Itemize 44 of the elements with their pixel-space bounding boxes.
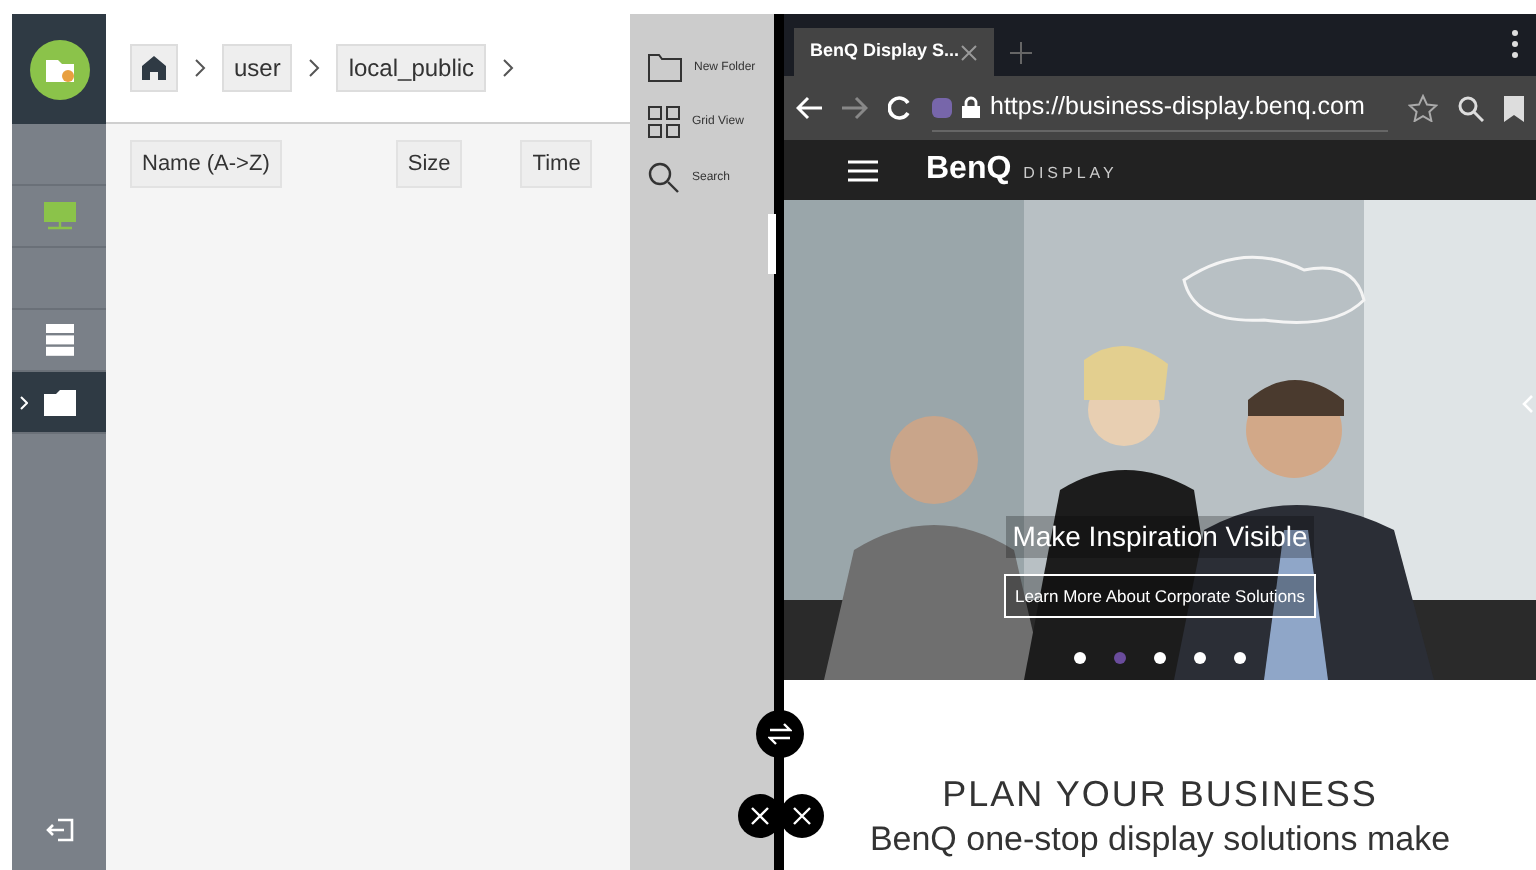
chevron-right-icon (308, 58, 321, 78)
bookmark-icon[interactable] (1504, 95, 1524, 121)
close-button[interactable] (780, 794, 824, 838)
chevron-right-icon (20, 395, 28, 409)
lock-icon (962, 96, 980, 118)
tab-title: BenQ Display S... (810, 38, 960, 65)
folder-icon (648, 54, 682, 82)
site-logo-subtitle: DISPLAY (1023, 162, 1118, 186)
more-icon[interactable] (1512, 30, 1518, 58)
section-heading: PLAN YOUR BUSINESS (942, 772, 1378, 817)
close-icon (750, 806, 770, 826)
sort-button[interactable]: Time (520, 140, 593, 188)
sort-button[interactable]: Size (395, 140, 463, 188)
grid-icon (648, 106, 680, 138)
chevron-right-icon (194, 58, 206, 78)
browser-tab[interactable]: BenQ Display S... (794, 28, 994, 76)
sort-button[interactable]: Name (A->Z) (130, 140, 282, 188)
section-text: BenQ one-stop display solutions make (869, 817, 1451, 860)
reload-icon[interactable] (888, 96, 912, 120)
swap-button[interactable] (756, 710, 804, 758)
back-icon[interactable] (796, 96, 822, 120)
search-icon[interactable] (1458, 95, 1484, 121)
folder-icon (43, 389, 75, 415)
learn-more-button[interactable]: Learn More About Corporate Solutions (1004, 574, 1316, 618)
star-icon[interactable] (1408, 94, 1438, 122)
close-icon (792, 806, 812, 826)
server-icon (45, 324, 73, 356)
breadcrumb-button[interactable]: local_public (336, 44, 487, 92)
home-button[interactable] (130, 44, 178, 92)
chevron-right-icon (502, 58, 515, 78)
site-favicon-icon (932, 97, 952, 117)
sidebar-item[interactable] (12, 372, 106, 434)
swap-icon (768, 722, 792, 746)
search-icon (648, 162, 680, 194)
file-manager-logo-icon[interactable] (29, 39, 89, 99)
exit-icon[interactable] (45, 818, 73, 842)
close-icon[interactable] (960, 43, 978, 61)
new-tab-icon[interactable] (1010, 42, 1032, 64)
site-logo[interactable]: BenQ (926, 146, 1012, 194)
menu-icon[interactable] (848, 159, 878, 181)
home-icon (142, 56, 166, 80)
network-icon (43, 202, 75, 230)
breadcrumb-button[interactable]: user (222, 44, 293, 92)
forward-icon[interactable] (842, 96, 868, 120)
